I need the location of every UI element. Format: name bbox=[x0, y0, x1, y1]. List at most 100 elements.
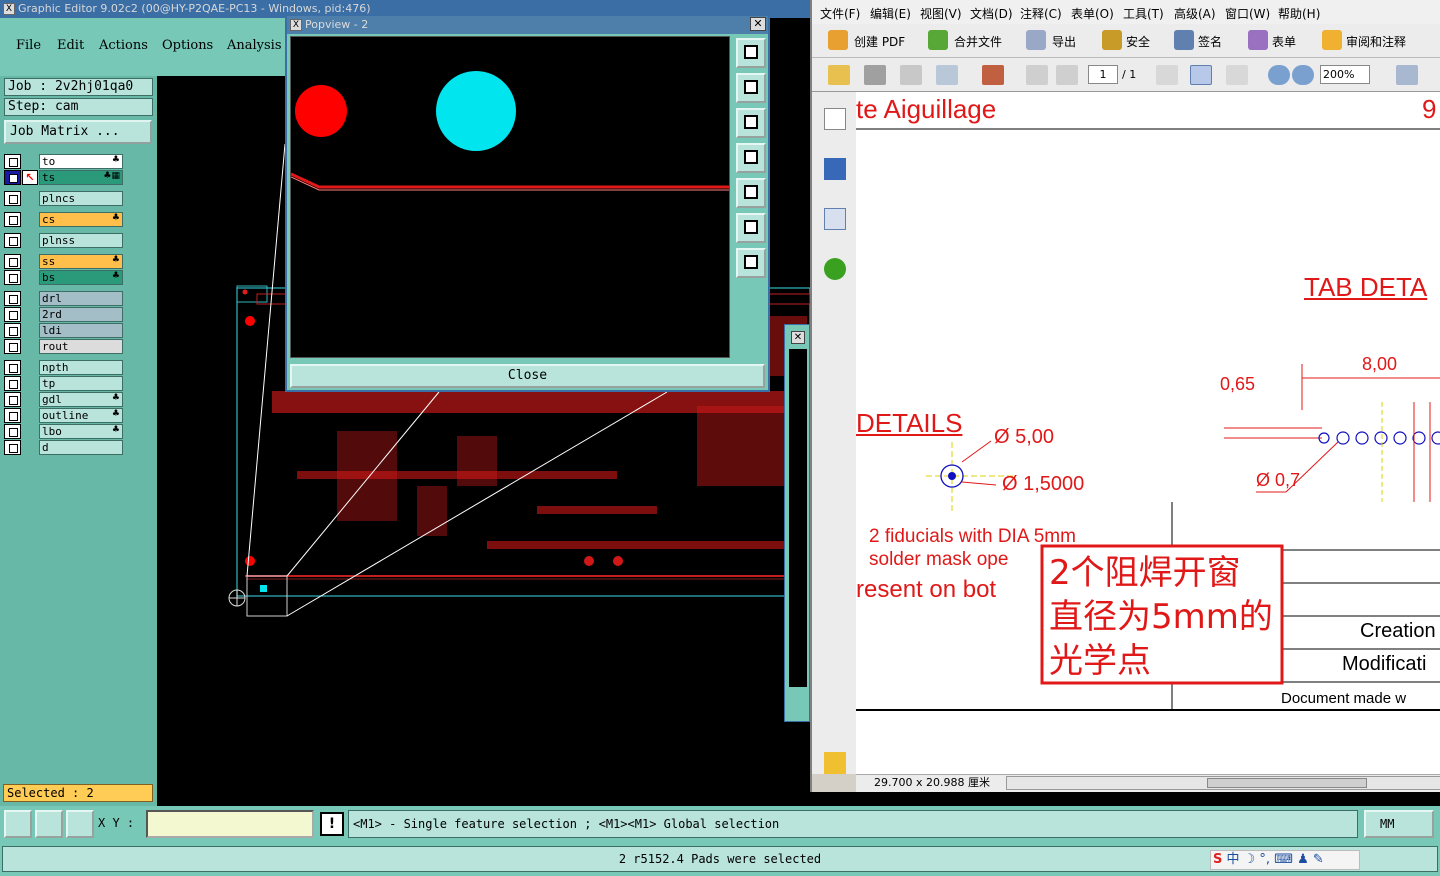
layer-name[interactable]: lbo bbox=[39, 424, 123, 439]
layer-checkbox[interactable] bbox=[4, 191, 21, 206]
color-icon[interactable] bbox=[982, 65, 1004, 85]
layer-name[interactable]: to bbox=[39, 154, 123, 169]
layer-checkbox[interactable] bbox=[4, 339, 21, 354]
layer-checkbox[interactable] bbox=[4, 323, 21, 338]
pdf-menu-view[interactable]: 视图(V) bbox=[920, 5, 962, 22]
help-icon[interactable] bbox=[824, 258, 846, 280]
layer-name[interactable]: ss bbox=[39, 254, 123, 269]
ime-toolbar[interactable]: S 中 ☽ °, ⌨ ♟ ✎ bbox=[1210, 850, 1360, 870]
pdf-menu-edit[interactable]: 编辑(E) bbox=[870, 5, 911, 22]
layer-row[interactable]: rout bbox=[4, 339, 123, 354]
layer-name[interactable]: npth bbox=[39, 360, 123, 375]
popview-canvas[interactable] bbox=[290, 36, 731, 358]
layer-checkbox[interactable] bbox=[4, 408, 21, 423]
layer-name[interactable]: drl bbox=[39, 291, 123, 306]
attachments-icon[interactable] bbox=[824, 702, 846, 724]
layer-row[interactable]: ldi bbox=[4, 323, 123, 338]
pdf-menu-document[interactable]: 文档(D) bbox=[970, 5, 1013, 22]
layer-checkbox[interactable] bbox=[4, 360, 21, 375]
layer-name[interactable]: rout bbox=[39, 339, 123, 354]
layer-name[interactable]: bs bbox=[39, 270, 123, 285]
menu-file[interactable]: File bbox=[16, 38, 41, 53]
pdf-menu-tools[interactable]: 工具(T) bbox=[1123, 5, 1164, 22]
layer-row[interactable]: plnss bbox=[4, 233, 123, 248]
scrollbar-thumb[interactable] bbox=[1207, 778, 1367, 788]
select-text-icon[interactable] bbox=[1156, 65, 1178, 85]
bookmarks-icon[interactable] bbox=[824, 158, 846, 180]
comments-icon[interactable] bbox=[824, 752, 846, 774]
pan-down-button[interactable] bbox=[736, 108, 766, 138]
prev-page-icon[interactable] bbox=[1026, 65, 1048, 85]
measure-tool-button[interactable] bbox=[35, 810, 63, 838]
review-comment-button[interactable]: 审阅和注释 bbox=[1346, 33, 1406, 50]
horizontal-scrollbar[interactable] bbox=[1006, 776, 1440, 790]
layer-checkbox[interactable] bbox=[4, 233, 21, 248]
zoom-in-icon[interactable] bbox=[1292, 65, 1314, 85]
layer-row[interactable]: cs ♣ bbox=[4, 212, 123, 227]
xy-input[interactable] bbox=[146, 810, 314, 838]
pdf-menu-file[interactable]: 文件(F) bbox=[820, 5, 860, 22]
pdf-menu-window[interactable]: 窗口(W) bbox=[1225, 5, 1270, 22]
menu-edit[interactable]: Edit bbox=[57, 38, 84, 53]
pdf-menu-help[interactable]: 帮助(H) bbox=[1278, 5, 1320, 22]
layer-row[interactable]: outline ♣ bbox=[4, 408, 123, 423]
zoom-out-icon[interactable] bbox=[1268, 65, 1290, 85]
merge-files-button[interactable]: 合并文件 bbox=[954, 33, 1002, 50]
create-pdf-button[interactable]: 创建 PDF bbox=[854, 33, 905, 50]
pan-right-button[interactable] bbox=[736, 178, 766, 208]
page-number-input[interactable]: 1 bbox=[1088, 65, 1118, 84]
layer-checkbox[interactable] bbox=[4, 440, 21, 455]
close-icon[interactable]: ✕ bbox=[791, 331, 805, 344]
layer-row[interactable]: drl bbox=[4, 291, 123, 306]
pan-up-button[interactable] bbox=[736, 73, 766, 103]
job-matrix-button[interactable]: Job Matrix ... bbox=[4, 120, 152, 144]
zoom-level-input[interactable]: 200% bbox=[1320, 65, 1370, 84]
layer-checkbox[interactable] bbox=[4, 212, 21, 227]
close-icon[interactable]: ✕ bbox=[750, 17, 766, 31]
layer-checkbox[interactable] bbox=[4, 270, 21, 285]
layer-name[interactable]: gdl bbox=[39, 392, 123, 407]
layer-row[interactable]: to ♣ bbox=[4, 154, 123, 169]
layer-name[interactable]: ldi bbox=[39, 323, 123, 338]
layer-name[interactable]: 2rd bbox=[39, 307, 123, 322]
layer-row[interactable]: gdl ♣ bbox=[4, 392, 123, 407]
hand-tool-icon[interactable] bbox=[1190, 65, 1212, 85]
layer-row[interactable]: bs ♣ bbox=[4, 270, 123, 285]
grid-tool-button[interactable] bbox=[66, 810, 94, 838]
layer-checkbox[interactable] bbox=[4, 170, 21, 185]
next-page-icon[interactable] bbox=[1056, 65, 1078, 85]
layer-checkbox[interactable] bbox=[4, 424, 21, 439]
export-button[interactable]: 导出 bbox=[1052, 33, 1076, 50]
zoom-box-button[interactable] bbox=[736, 38, 766, 68]
forms-button[interactable]: 表单 bbox=[1272, 33, 1296, 50]
layer-checkbox[interactable] bbox=[4, 291, 21, 306]
layer-name[interactable]: plncs bbox=[39, 191, 123, 206]
open-folder-icon[interactable] bbox=[828, 65, 850, 85]
menu-analysis[interactable]: Analysis bbox=[227, 38, 282, 53]
zoom-in-button[interactable] bbox=[736, 213, 766, 243]
units-selector[interactable]: MM bbox=[1364, 810, 1434, 838]
layer-row[interactable]: d bbox=[4, 440, 123, 455]
email-icon[interactable] bbox=[936, 65, 958, 85]
menu-actions[interactable]: Actions bbox=[99, 38, 148, 53]
resize-tool-button[interactable] bbox=[4, 810, 32, 838]
fit-page-icon[interactable] bbox=[1396, 65, 1418, 85]
pages-icon[interactable] bbox=[824, 108, 846, 130]
layer-checkbox[interactable] bbox=[4, 307, 21, 322]
save-icon[interactable] bbox=[900, 65, 922, 85]
layer-row[interactable]: npth bbox=[4, 360, 123, 375]
popview-close-button[interactable]: Close bbox=[290, 364, 765, 388]
menu-options[interactable]: Options bbox=[162, 38, 213, 53]
sign-button[interactable]: 签名 bbox=[1198, 33, 1222, 50]
layer-row[interactable]: ss ♣ bbox=[4, 254, 123, 269]
layer-row[interactable]: tp bbox=[4, 376, 123, 391]
alert-icon[interactable]: ! bbox=[320, 812, 344, 836]
layer-checkbox[interactable] bbox=[4, 154, 21, 169]
layer-checkbox[interactable] bbox=[4, 376, 21, 391]
layer-row[interactable]: plncs bbox=[4, 191, 123, 206]
pdf-menu-advanced[interactable]: 高级(A) bbox=[1174, 5, 1216, 22]
zoom-tool-icon[interactable] bbox=[1226, 65, 1248, 85]
signatures-icon[interactable] bbox=[824, 208, 846, 230]
layer-name[interactable]: cs bbox=[39, 212, 123, 227]
pdf-menu-comment[interactable]: 注释(C) bbox=[1020, 5, 1062, 22]
